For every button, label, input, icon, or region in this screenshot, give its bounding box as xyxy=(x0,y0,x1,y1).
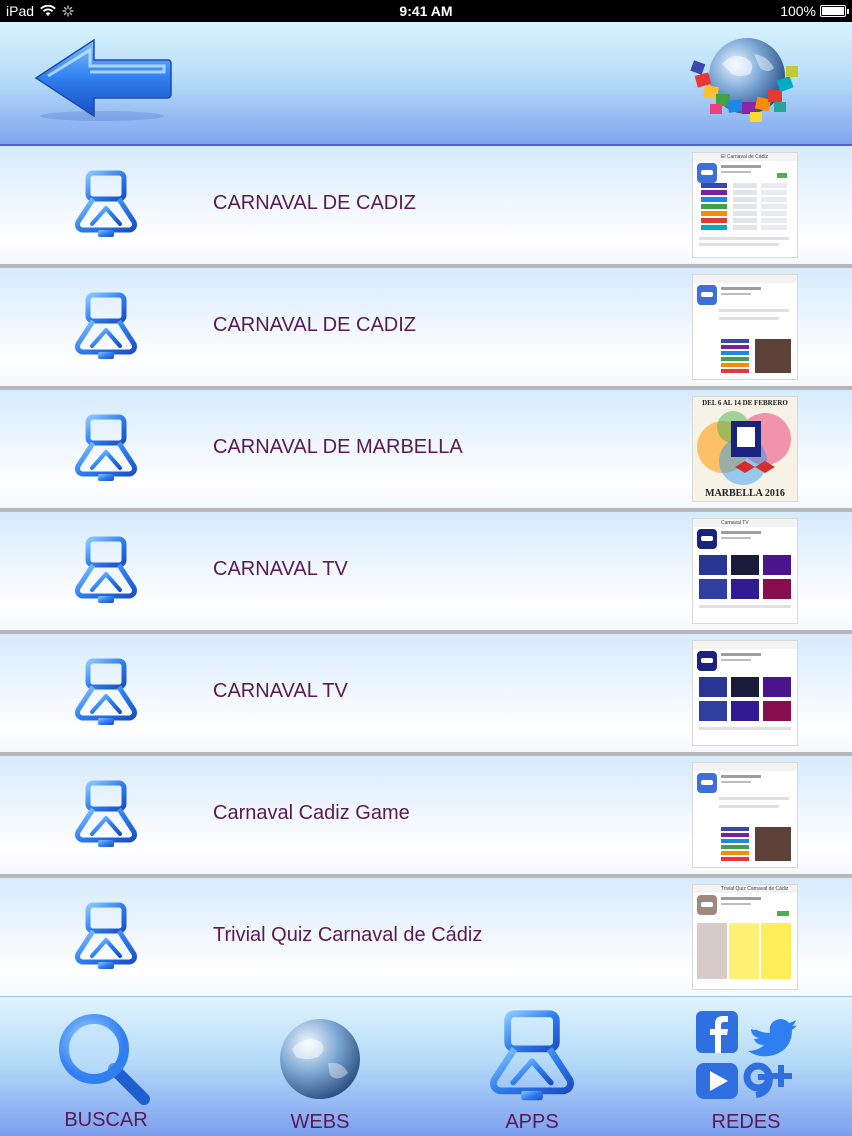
app-device-icon xyxy=(72,170,140,240)
app-device-icon xyxy=(490,1010,574,1101)
app-thumbnail[interactable]: Trivial Quiz Carnaval de Cádiz xyxy=(692,884,798,990)
list-item[interactable]: CARNAVAL TV Carnaval TV xyxy=(0,512,852,634)
globe-icon xyxy=(280,1019,360,1099)
app-device-icon xyxy=(72,658,140,728)
globe-puzzle-icon xyxy=(690,38,798,122)
tab-label: WEBS xyxy=(290,1111,350,1133)
app-thumbnail[interactable]: El Carnaval de Cádiz xyxy=(692,152,798,258)
app-device-icon xyxy=(72,536,140,606)
tab-label: REDES xyxy=(711,1111,781,1133)
list-item-label: Trivial Quiz Carnaval de Cádiz xyxy=(213,924,483,946)
thumbnail-title: DEL 6 AL 14 DE FEBRERO xyxy=(702,399,788,407)
list-item-label: CARNAVAL DE CADIZ xyxy=(213,314,416,336)
tab-redes[interactable]: REDES xyxy=(690,997,802,1136)
app-device-icon xyxy=(72,414,140,484)
header-bar xyxy=(0,22,852,146)
app-list: CARNAVAL DE CADIZ El Carnaval de Cádiz C… xyxy=(0,146,852,996)
list-item-label: CARNAVAL TV xyxy=(213,558,348,580)
list-item-label: CARNAVAL DE MARBELLA xyxy=(213,436,463,458)
list-item[interactable]: CARNAVAL DE CADIZ El Carnaval de Cádiz xyxy=(0,146,852,268)
thumbnail-footer: MARBELLA 2016 xyxy=(705,488,785,499)
app-device-icon xyxy=(72,780,140,850)
tab-apps[interactable]: APPS xyxy=(476,997,588,1136)
list-item[interactable]: Carnaval Cadiz Game xyxy=(0,756,852,878)
google-plus-icon xyxy=(743,1062,792,1098)
app-thumbnail[interactable] xyxy=(692,762,798,868)
app-device-icon xyxy=(72,292,140,362)
list-item[interactable]: CARNAVAL DE CADIZ xyxy=(0,268,852,390)
list-item-label: Carnaval Cadiz Game xyxy=(213,802,410,824)
tab-label: APPS xyxy=(505,1111,559,1133)
list-item[interactable]: CARNAVAL DE MARBELLA DEL 6 AL 14 DE FEBR… xyxy=(0,390,852,512)
list-item[interactable]: Trivial Quiz Carnaval de Cádiz Trivial Q… xyxy=(0,878,852,996)
tab-buscar[interactable]: BUSCAR xyxy=(50,997,162,1136)
battery-percent: 100% xyxy=(780,3,816,19)
magnifier-icon xyxy=(59,1014,150,1105)
app-thumbnail[interactable] xyxy=(692,640,798,746)
app-thumbnail[interactable] xyxy=(692,274,798,380)
battery-icon xyxy=(820,5,849,17)
battery-fill xyxy=(822,7,844,15)
status-bar: iPad 9:41 AM 100% xyxy=(0,0,852,22)
app-thumbnail[interactable]: Carnaval TV xyxy=(692,518,798,624)
list-item-label: CARNAVAL TV xyxy=(213,680,348,702)
app-device-icon xyxy=(72,902,140,972)
list-item[interactable]: CARNAVAL TV xyxy=(0,634,852,756)
tab-webs[interactable]: WEBS xyxy=(264,997,376,1136)
social-networks-icon xyxy=(696,1011,797,1099)
tab-label: BUSCAR xyxy=(64,1109,148,1131)
status-time: 9:41 AM xyxy=(399,3,453,19)
thumbnail-title: El Carnaval de Cádiz xyxy=(721,154,768,160)
twitter-icon xyxy=(748,1019,797,1057)
bottom-tab-bar: BUSCAR WEBS APPS REDES xyxy=(0,996,852,1136)
back-arrow-icon[interactable] xyxy=(32,36,172,122)
thumbnail-title: Trivial Quiz Carnaval de Cádiz xyxy=(721,886,789,892)
status-right: 100% xyxy=(780,3,849,19)
thumbnail-title: Carnaval TV xyxy=(721,520,749,526)
app-thumbnail[interactable]: DEL 6 AL 14 DE FEBRERO MARBELLA 2016 xyxy=(692,396,798,502)
list-item-label: CARNAVAL DE CADIZ xyxy=(213,192,416,214)
